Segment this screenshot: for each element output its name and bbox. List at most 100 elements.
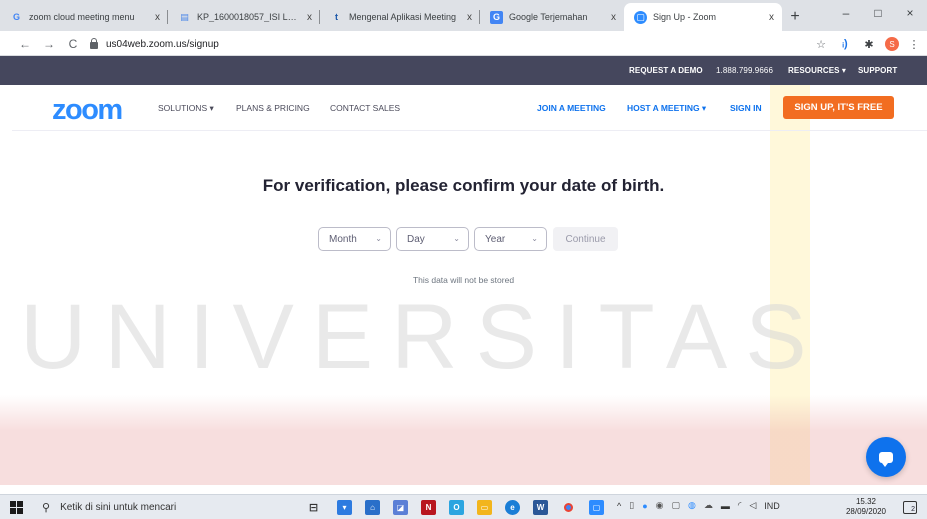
zoom-utility-bar: REQUEST A DEMO 1.888.799.9666 RESOURCES … (0, 56, 927, 85)
join-meeting-link[interactable]: JOIN A MEETING (537, 85, 606, 131)
forward-button[interactable]: → (40, 35, 58, 53)
taskbar-clock[interactable]: 15.32 28/09/2020 (842, 497, 890, 517)
close-icon[interactable]: x (769, 12, 774, 23)
watermark-text: UNIVERSITAS (20, 286, 825, 388)
support-link[interactable]: SUPPORT (858, 56, 897, 85)
address-bar: ← → C us04web.zoom.us/signup ☆ ᵢ) ✱ S ⋮ (0, 31, 927, 56)
chevron-down-icon: ⌄ (453, 234, 460, 243)
zoom-logo[interactable]: zoom (52, 94, 123, 127)
tab-label: Google Terjemahan (509, 12, 588, 22)
solutions-menu[interactable]: SOLUTIONS ▾ (158, 85, 214, 131)
tray-zoom-icon[interactable]: ● (642, 501, 647, 511)
sign-in-link[interactable]: SIGN IN (730, 85, 762, 131)
watermark-band (0, 395, 927, 485)
extensions-puzzle-icon[interactable]: ✱ (860, 35, 878, 53)
profile-initial: S (885, 37, 899, 51)
chevron-down-icon: ⌄ (531, 234, 538, 243)
battery-icon[interactable]: ▬ (721, 501, 730, 511)
year-select[interactable]: Year ⌄ (474, 227, 547, 251)
lock-icon (90, 38, 98, 49)
day-select-value: Day (407, 233, 425, 245)
chat-support-button[interactable] (866, 437, 906, 477)
tray-app-icon[interactable]: ▢ (671, 500, 680, 511)
close-icon[interactable]: x (307, 12, 312, 23)
day-select[interactable]: Day ⌄ (396, 227, 469, 251)
system-tray: ^ ▯ ● ◉ ▢ ◍ ☁ ▬ ◜ ◁ IND (617, 500, 780, 511)
app-icon-blue-box[interactable]: ▾ (337, 500, 352, 515)
doc-icon: ▤ (180, 11, 189, 22)
request-demo-link[interactable]: REQUEST A DEMO (629, 56, 703, 85)
tray-record-icon[interactable]: ◉ (656, 500, 664, 511)
year-select-value: Year (485, 233, 506, 245)
taskbar-search-placeholder: Ketik di sini untuk mencari (60, 502, 177, 513)
close-icon[interactable]: x (611, 12, 616, 23)
tab-mengenal-aplikasi[interactable]: t Mengenal Aplikasi Meeting x (320, 3, 480, 31)
extension-icon[interactable]: ᵢ) (836, 35, 854, 53)
back-button[interactable]: ← (16, 35, 34, 53)
edge-browser-icon[interactable]: e (505, 500, 520, 515)
chrome-icon[interactable] (561, 500, 576, 515)
zoom-main-nav: zoom SOLUTIONS ▾ PLANS & PRICING CONTACT… (12, 85, 927, 131)
phone-number-link[interactable]: 1.888.799.9666 (716, 56, 773, 85)
privacy-note: This data will not be stored (412, 275, 515, 285)
translate-icon: G (490, 10, 503, 24)
tab-google-terjemahan[interactable]: G Google Terjemahan x (480, 3, 624, 31)
tab-label: Mengenal Aplikasi Meeting (349, 12, 457, 22)
reload-button[interactable]: C (64, 35, 82, 53)
chevron-down-icon: ⌄ (375, 234, 382, 243)
app-icon-photos[interactable]: ◪ (393, 500, 408, 515)
tab-sign-up-zoom[interactable]: ▢ Sign Up - Zoom x (624, 3, 782, 31)
tab-google-search[interactable]: G zoom cloud meeting menu x (0, 3, 168, 31)
clock-time: 15.32 (855, 497, 877, 506)
host-meeting-menu[interactable]: HOST A MEETING ▾ (627, 85, 706, 131)
clock-date: 28/09/2020 (845, 507, 887, 516)
plans-pricing-link[interactable]: PLANS & PRICING (236, 85, 310, 131)
tab-label: zoom cloud meeting menu (29, 12, 135, 22)
file-explorer-icon[interactable]: ▭ (477, 500, 492, 515)
chat-bubble-icon (879, 451, 893, 467)
tray-app-icon[interactable]: ◍ (688, 500, 696, 511)
browser-tabstrip: G zoom cloud meeting menu x ▤ KP_1600018… (0, 0, 927, 31)
continue-button[interactable]: Continue (553, 227, 618, 251)
windows-taskbar: ⚲ Ketik di sini untuk mencari ⊟ ▾ ⌂ ◪ N … (0, 494, 927, 519)
google-icon: G (12, 12, 20, 22)
window-close-button[interactable]: × (890, 0, 927, 26)
watermark-band (770, 85, 810, 485)
tab-label: Sign Up - Zoom (653, 12, 717, 22)
profile-avatar[interactable]: S (883, 35, 901, 53)
new-tab-button[interactable]: + (782, 3, 808, 31)
search-icon: ⚲ (42, 502, 51, 514)
windows-start-icon[interactable] (10, 501, 23, 514)
action-center-icon[interactable]: 2 (903, 501, 917, 514)
notification-count: 2 (911, 506, 915, 513)
wifi-icon[interactable]: ◜ (738, 500, 742, 511)
browser-menu-icon[interactable]: ⋮ (905, 35, 923, 53)
input-language-indicator[interactable]: IND (764, 501, 780, 511)
url-text: us04web.zoom.us/signup (106, 38, 219, 50)
page-title: For verification, please confirm your da… (262, 176, 665, 195)
bookmark-star-icon[interactable]: ☆ (812, 35, 830, 53)
zoom-icon: ▢ (634, 10, 647, 24)
task-view-icon[interactable]: ⊟ (306, 500, 321, 515)
volume-icon[interactable]: ◁ (749, 500, 756, 511)
word-icon[interactable]: W (533, 500, 548, 515)
app-icon-store[interactable]: ⌂ (365, 500, 380, 515)
month-select-value: Month (329, 233, 357, 245)
url-field[interactable]: us04web.zoom.us/signup (90, 35, 838, 53)
zoom-taskbar-icon[interactable]: ▢ (589, 500, 604, 515)
month-select[interactable]: Month ⌄ (318, 227, 391, 251)
app-icon-netflix[interactable]: N (421, 500, 436, 515)
close-icon[interactable]: x (155, 12, 160, 23)
tab-kp-document[interactable]: ▤ KP_1600018057_ISI LAPOR x (168, 3, 320, 31)
sign-up-button[interactable]: SIGN UP, IT'S FREE (783, 96, 894, 119)
tray-app-icon[interactable]: ▯ (629, 500, 634, 511)
tribun-icon: t (335, 12, 338, 22)
contact-sales-link[interactable]: CONTACT SALES (330, 85, 400, 131)
tab-label: KP_1600018057_ISI LAPOR (197, 12, 301, 22)
taskbar-search-box[interactable]: ⚲ Ketik di sini untuk mencari (42, 497, 292, 518)
app-icon-outlook[interactable]: O (449, 500, 464, 515)
close-icon[interactable]: x (467, 12, 472, 23)
tray-chevron-up-icon[interactable]: ^ (617, 501, 621, 511)
resources-menu[interactable]: RESOURCES ▾ (788, 56, 846, 85)
onedrive-icon[interactable]: ☁ (704, 500, 713, 511)
